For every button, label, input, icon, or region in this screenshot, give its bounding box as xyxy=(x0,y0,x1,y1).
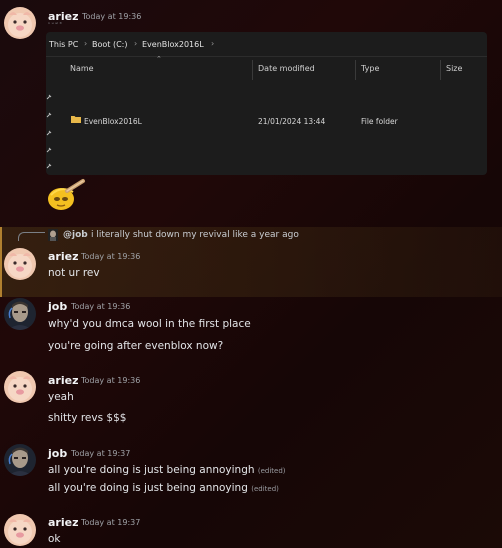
breadcrumb-separator: › xyxy=(134,39,138,48)
mention-accent-bar xyxy=(0,227,2,297)
message-text: why'd you dmca wool in the first place xyxy=(48,318,251,330)
file-name[interactable]: EvenBlox2016L xyxy=(84,117,142,126)
pin-icon xyxy=(46,163,52,169)
edited-label: (edited) xyxy=(257,467,286,475)
column-type: Type xyxy=(361,64,380,73)
avatar[interactable] xyxy=(4,514,36,546)
file-explorer-screenshot[interactable]: This PC › Boot (C:) › EvenBlox2016L › ⌃ … xyxy=(46,32,487,175)
reply-connector xyxy=(18,232,45,241)
file-date-modified: 21/01/2024 13:44 xyxy=(258,117,326,126)
column-name: Name xyxy=(70,64,94,73)
timestamp: Today at 19:36 xyxy=(71,302,131,311)
column-size: Size xyxy=(446,64,463,73)
username[interactable]: ariez xyxy=(48,516,78,529)
timestamp: Today at 19:37 xyxy=(81,518,141,527)
pin-icon xyxy=(46,94,52,100)
timestamp: Today at 19:36 xyxy=(81,376,141,385)
avatar[interactable] xyxy=(4,298,36,330)
message-text: shitty revs $$$ xyxy=(48,412,127,424)
column-divider xyxy=(252,60,253,80)
pin-icon xyxy=(46,112,52,118)
pin-icon xyxy=(46,147,52,153)
username[interactable]: job xyxy=(48,447,67,460)
message-text: not ur rev xyxy=(48,267,100,279)
reply-avatar xyxy=(48,229,58,241)
breadcrumb-folder: EvenBlox2016L xyxy=(142,40,204,49)
reply-author[interactable]: @job xyxy=(63,230,88,240)
edited-label: (edited) xyxy=(251,485,279,493)
column-divider xyxy=(440,60,441,80)
breadcrumb-separator: › xyxy=(84,39,88,48)
file-type: File folder xyxy=(361,117,398,126)
column-divider xyxy=(355,60,356,80)
breadcrumb-drive: Boot (C:) xyxy=(92,40,128,49)
avatar[interactable] xyxy=(4,444,36,476)
message-text: ok xyxy=(48,533,61,545)
message-text: you're going after evenblox now? xyxy=(48,340,224,352)
emoji-sticker[interactable] xyxy=(45,177,87,213)
folder-icon xyxy=(71,116,81,123)
avatar[interactable] xyxy=(4,371,36,403)
message-text: all you're doing is just being annoying … xyxy=(48,482,279,494)
username[interactable]: ariez xyxy=(48,250,78,263)
timestamp: Today at 19:36 xyxy=(82,12,142,21)
pin-icon xyxy=(46,130,52,136)
avatar[interactable] xyxy=(4,248,36,280)
timestamp: Today at 19:36 xyxy=(81,252,141,261)
address-bar: This PC › Boot (C:) › EvenBlox2016L › xyxy=(46,32,487,57)
username[interactable]: job xyxy=(48,300,67,313)
breadcrumb-this-pc: This PC xyxy=(49,40,79,49)
message-body: all you're doing is just being annoyingh xyxy=(48,464,255,476)
avatar[interactable] xyxy=(4,7,36,39)
message-text: all you're doing is just being annoyingh… xyxy=(48,464,286,476)
sort-arrow-icon: ⌃ xyxy=(156,55,162,63)
timestamp: Today at 19:37 xyxy=(71,449,131,458)
column-date-modified: Date modified xyxy=(258,64,315,73)
message-text: yeah xyxy=(48,391,74,403)
username[interactable]: ariez xyxy=(48,374,78,387)
message-text-partial: ⁿ ᵘ ᵘˡ ˡᵗ xyxy=(48,22,62,28)
message-body: all you're doing is just being annoying xyxy=(48,482,248,494)
reply-preview-text[interactable]: i literally shut down my revival like a … xyxy=(91,230,299,240)
breadcrumb-separator: › xyxy=(211,39,215,48)
